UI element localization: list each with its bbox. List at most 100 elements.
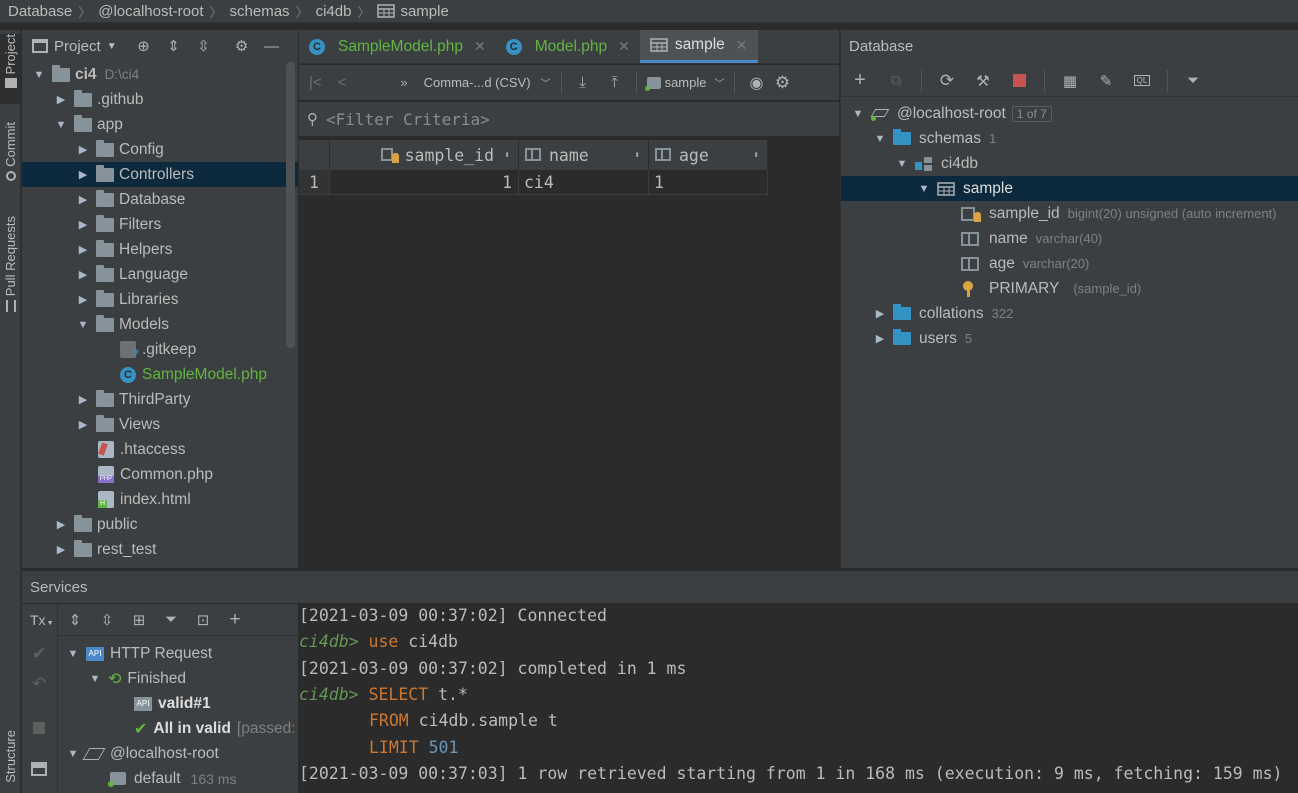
table-view-icon[interactable]: ▦: [1059, 70, 1081, 92]
db-tree-sample[interactable]: ▼ sample: [841, 176, 1298, 201]
previous-page-icon[interactable]: <: [338, 74, 347, 91]
project-view-selector[interactable]: Project ▼: [32, 38, 117, 55]
tree-item-rest-test[interactable]: ▶ rest_test: [22, 537, 298, 562]
chevron-down-icon[interactable]: ▼: [76, 319, 90, 331]
chevron-right-icon[interactable]: ▶: [873, 332, 887, 345]
close-icon[interactable]: ✕: [618, 38, 630, 55]
filter-input[interactable]: <Filter Criteria>: [326, 110, 490, 129]
db-tree-column-name[interactable]: name varchar(40): [841, 226, 1298, 251]
rollback-icon[interactable]: ↶: [32, 674, 46, 694]
gear-icon[interactable]: ⚙: [231, 35, 253, 57]
chevron-right-icon[interactable]: ▶: [54, 93, 68, 106]
breadcrumb-datasource[interactable]: @localhost-root: [98, 3, 203, 20]
sort-icon[interactable]: ⬍: [504, 150, 510, 161]
db-tree-column-sample-id[interactable]: sample_id bigint(20) unsigned (auto incr…: [841, 201, 1298, 226]
refresh-icon[interactable]: ⟳: [936, 70, 958, 92]
tree-item-github[interactable]: ▶ .github: [22, 87, 298, 112]
chevron-right-icon[interactable]: ▶: [76, 393, 90, 406]
chevron-right-icon[interactable]: ▶: [76, 218, 90, 231]
chevron-right-icon[interactable]: ▶: [873, 307, 887, 320]
column-header-name[interactable]: name ⬍: [519, 140, 648, 170]
tree-item-database[interactable]: ▶ Database: [22, 187, 298, 212]
stop-icon[interactable]: [1008, 70, 1030, 92]
db-tree-column-age[interactable]: age varchar(20): [841, 251, 1298, 276]
service-valid-1[interactable]: API valid#1: [134, 691, 211, 716]
services-console-output[interactable]: [2021-03-09 00:37:02] Connected ci4db> u…: [299, 604, 1298, 793]
tab-sample[interactable]: sample ✕: [639, 30, 758, 63]
duplicate-icon[interactable]: ⧉: [885, 70, 907, 92]
filter-icon[interactable]: ⏷: [1182, 70, 1204, 92]
sort-icon[interactable]: ⬍: [753, 150, 759, 161]
close-icon[interactable]: ✕: [736, 37, 748, 54]
eye-icon[interactable]: ◉: [745, 72, 767, 94]
row-number[interactable]: 1: [299, 170, 330, 195]
expand-all-icon[interactable]: ⇕: [163, 35, 185, 57]
db-tree-primary-key[interactable]: PRIMARY (sample_id): [841, 276, 1298, 301]
tab-samplemodel-php[interactable]: C SampleModel.php ✕: [299, 30, 496, 63]
column-header-sample-id[interactable]: sample_id ⬍: [330, 140, 518, 170]
first-page-icon[interactable]: |<: [309, 74, 322, 91]
sort-icon[interactable]: ⬍: [634, 150, 640, 161]
chevron-down-icon[interactable]: ▼: [66, 748, 80, 760]
tree-item-thirdparty[interactable]: ▶ ThirdParty: [22, 387, 298, 412]
tree-item-filters[interactable]: ▶ Filters: [22, 212, 298, 237]
tool-tab-project[interactable]: Project: [0, 34, 21, 104]
breadcrumb-database[interactable]: Database: [8, 3, 72, 20]
schema-count-badge[interactable]: 1 of 7: [1011, 105, 1052, 122]
stop-icon[interactable]: [33, 722, 45, 734]
gear-icon[interactable]: ⚙: [771, 72, 793, 94]
more-icon[interactable]: »: [400, 75, 407, 90]
chevron-right-icon[interactable]: ▶: [76, 293, 90, 306]
tree-item-public[interactable]: ▶ public: [22, 512, 298, 537]
tree-item-views[interactable]: ▶ Views: [22, 412, 298, 437]
tree-item-ci4[interactable]: ▼ ci4 D:\ci4: [22, 62, 298, 87]
download-icon[interactable]: ⤓: [572, 72, 594, 94]
db-tree-collations[interactable]: ▶ collations 322: [841, 301, 1298, 326]
layout-icon[interactable]: [31, 762, 47, 776]
session-select[interactable]: sample ﹀: [644, 75, 724, 91]
chevron-right-icon[interactable]: ▶: [54, 518, 68, 531]
db-tree-users[interactable]: ▶ users 5: [841, 326, 1298, 351]
chevron-down-icon[interactable]: ▼: [54, 119, 68, 131]
column-header-age[interactable]: age ⬍: [649, 140, 767, 170]
project-scrollbar[interactable]: [286, 62, 295, 348]
service-localhost-root[interactable]: ▼ @localhost-root: [66, 741, 219, 766]
add-icon[interactable]: +: [849, 69, 871, 92]
locate-icon[interactable]: ⊕: [133, 35, 155, 57]
chevron-right-icon[interactable]: ▶: [76, 418, 90, 431]
group-by-icon[interactable]: ⊞: [128, 609, 150, 631]
schema-settings-icon[interactable]: ⚒: [972, 70, 994, 92]
edit-icon[interactable]: ✎: [1095, 70, 1117, 92]
grid-cell[interactable]: 1: [649, 170, 768, 195]
chevron-down-icon[interactable]: ▼: [917, 183, 931, 195]
chevron-right-icon[interactable]: ▶: [76, 243, 90, 256]
chevron-down-icon[interactable]: ▼: [895, 158, 909, 170]
query-console-icon[interactable]: QL: [1131, 70, 1153, 92]
collapse-all-icon[interactable]: ⇳: [96, 609, 118, 631]
tool-tab-pull-requests[interactable]: Pull Requests: [0, 216, 21, 320]
service-default-session[interactable]: default 163 ms: [108, 766, 236, 791]
chevron-down-icon[interactable]: ▼: [88, 673, 102, 685]
chevron-right-icon[interactable]: ▶: [76, 168, 90, 181]
chevron-down-icon[interactable]: ▼: [851, 108, 865, 120]
db-tree-schemas[interactable]: ▼ schemas 1: [841, 126, 1298, 151]
service-http-request[interactable]: ▼ API HTTP Request: [66, 641, 213, 666]
add-service-icon[interactable]: +: [224, 609, 246, 631]
tree-item-language[interactable]: ▶ Language: [22, 262, 298, 287]
db-tree-ci4db[interactable]: ▼ ci4db: [841, 151, 1298, 176]
tree-item-app[interactable]: ▼ app: [22, 112, 298, 137]
commit-icon[interactable]: ✔: [32, 644, 46, 664]
tree-item-common-php[interactable]: PHP Common.php: [22, 462, 298, 487]
service-finished[interactable]: ▼ ⟲ Finished: [88, 666, 186, 691]
tree-item-helpers[interactable]: ▶ Helpers: [22, 237, 298, 262]
chevron-right-icon[interactable]: ▶: [54, 543, 68, 556]
tree-item-libraries[interactable]: ▶ Libraries: [22, 287, 298, 312]
chevron-right-icon[interactable]: ▶: [76, 193, 90, 206]
upload-icon[interactable]: ⤒: [604, 72, 626, 94]
chevron-down-icon[interactable]: ▼: [66, 648, 80, 660]
collapse-all-icon[interactable]: ⇳: [193, 35, 215, 57]
tree-item-config[interactable]: ▶ Config: [22, 137, 298, 162]
grid-cell[interactable]: ci4: [519, 170, 649, 195]
chevron-down-icon[interactable]: ▼: [32, 69, 46, 81]
grid-cell[interactable]: 1: [330, 170, 519, 195]
